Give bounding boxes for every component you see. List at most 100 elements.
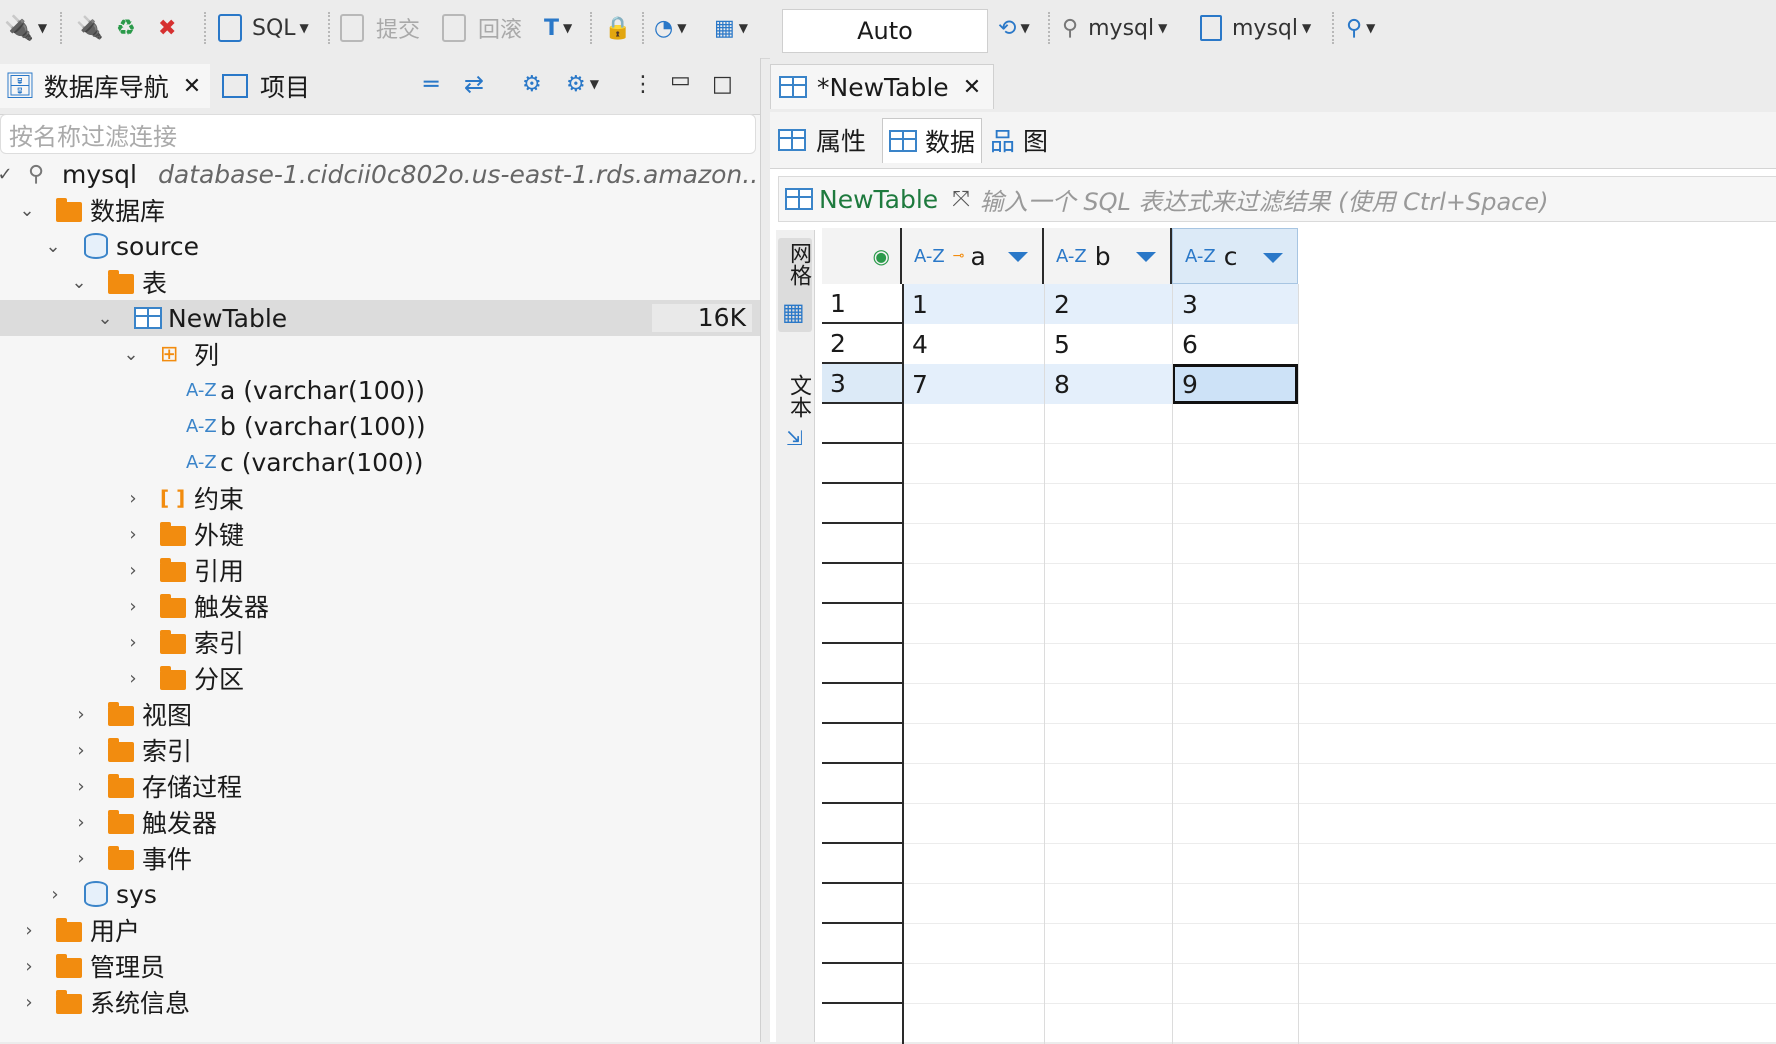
search-button[interactable]: ⚲ ▼: [1346, 8, 1375, 48]
close-icon[interactable]: ✕: [963, 75, 981, 100]
chevron-down-icon[interactable]: ✓: [0, 164, 14, 185]
tree-node-sysinfo[interactable]: › 系统信息: [0, 984, 760, 1020]
tree-node-db-indexes[interactable]: › 索引: [0, 732, 760, 768]
tab-newtable[interactable]: *NewTable ✕: [770, 64, 994, 109]
chevron-right-icon[interactable]: ›: [72, 704, 90, 725]
minimize-button[interactable]: ▭: [670, 60, 691, 100]
history-button[interactable]: ⟲ ▼: [998, 8, 1030, 48]
chevron-right-icon[interactable]: ›: [124, 632, 142, 653]
column-header-c[interactable]: A-Z c: [1172, 228, 1298, 284]
chevron-right-icon[interactable]: ›: [72, 848, 90, 869]
lock-button[interactable]: 🔒: [604, 8, 631, 48]
tab-diagram[interactable]: 品 图: [986, 118, 1066, 162]
tree-node-references[interactable]: › 引用: [0, 552, 760, 588]
transaction-mode-button[interactable]: T ▼: [544, 8, 572, 48]
column-header-a[interactable]: A-Z ⊸ a: [902, 228, 1044, 284]
chevron-down-icon[interactable]: ⌄: [96, 308, 114, 329]
row-header-corner[interactable]: ◉: [822, 228, 902, 284]
sql-editor-button[interactable]: SQL ▼: [218, 8, 309, 48]
active-connection-selector[interactable]: ⚲ mysql ▼: [1062, 8, 1167, 48]
tree-node-events[interactable]: › 事件: [0, 840, 760, 876]
tree-node-db-triggers[interactable]: › 触发器: [0, 804, 760, 840]
rollback-button[interactable]: 回滚: [442, 8, 522, 48]
connection-config-button[interactable]: ⚙ ▼: [566, 64, 599, 104]
reconnect-button[interactable]: ♻: [116, 8, 136, 48]
new-connection-nav-button[interactable]: ⚙: [522, 64, 542, 104]
tree-node-schema-source[interactable]: ⌄ source: [0, 228, 760, 264]
chevron-right-icon[interactable]: ›: [124, 488, 142, 509]
view-menu-button[interactable]: ⋮: [632, 64, 654, 104]
table-cell[interactable]: 1: [902, 284, 1044, 324]
collapse-all-button[interactable]: ═: [424, 64, 438, 104]
new-connection-button[interactable]: 🔌 ▼: [4, 8, 47, 48]
auto-commit-mode[interactable]: Auto: [782, 9, 988, 53]
tree-node-views[interactable]: › 视图: [0, 696, 760, 732]
chevron-down-icon[interactable]: ⌄: [44, 236, 62, 257]
tree-node-column-a[interactable]: A-Z a (varchar(100)): [0, 372, 760, 408]
chevron-right-icon[interactable]: ›: [20, 956, 38, 977]
tree-node-connection[interactable]: ✓ ⚲ mysql database-1.cidcii0c802o.us-eas…: [0, 156, 760, 192]
active-database-selector[interactable]: mysql ▼: [1200, 8, 1311, 48]
connection-filter-input[interactable]: 按名称过滤连接: [0, 114, 756, 154]
column-header-b[interactable]: A-Z b: [1044, 228, 1172, 284]
row-number[interactable]: 2: [822, 324, 902, 364]
chevron-right-icon[interactable]: ›: [124, 596, 142, 617]
maximize-button[interactable]: □: [712, 64, 733, 104]
tree-node-column-b[interactable]: A-Z b (varchar(100)): [0, 408, 760, 444]
chevron-right-icon[interactable]: ›: [72, 776, 90, 797]
tree-node-column-c[interactable]: A-Z c (varchar(100)): [0, 444, 760, 480]
text-mode-button[interactable]: 文本 ⇲: [778, 370, 812, 460]
tree-node-foreign-keys[interactable]: › 外键: [0, 516, 760, 552]
row-number[interactable]: 1: [822, 284, 902, 324]
tree-node-partitions[interactable]: › 分区: [0, 660, 760, 696]
dashboard-button[interactable]: ◔ ▼: [654, 8, 686, 48]
connect-button[interactable]: 🔌: [76, 8, 103, 48]
disconnect-button[interactable]: ✖: [158, 8, 176, 48]
tools-button[interactable]: ▦ ▼: [714, 8, 748, 48]
tree-node-table-newtable[interactable]: ⌄ NewTable 16K: [0, 300, 760, 336]
tree-node-indexes[interactable]: › 索引: [0, 624, 760, 660]
tab-data[interactable]: 数据: [882, 118, 982, 163]
chevron-right-icon[interactable]: ›: [124, 524, 142, 545]
tree-node-triggers[interactable]: › 触发器: [0, 588, 760, 624]
tree-node-columns[interactable]: ⌄ ⊞ 列: [0, 336, 760, 372]
table-cell[interactable]: 6: [1172, 324, 1298, 364]
chevron-right-icon[interactable]: ›: [46, 884, 64, 905]
table-cell[interactable]: 3: [1172, 284, 1298, 324]
tree-node-procedures[interactable]: › 存储过程: [0, 768, 760, 804]
chevron-down-icon[interactable]: ⌄: [18, 200, 36, 221]
chevron-right-icon[interactable]: ›: [72, 740, 90, 761]
tree-node-users[interactable]: › 用户: [0, 912, 760, 948]
chevron-down-icon[interactable]: ⌄: [70, 272, 88, 293]
table-cell[interactable]: 8: [1044, 364, 1172, 404]
table-cell[interactable]: 5: [1044, 324, 1172, 364]
tab-properties[interactable]: 属性: [778, 118, 876, 162]
close-icon[interactable]: ✕: [183, 74, 201, 99]
chevron-right-icon[interactable]: ›: [124, 560, 142, 581]
selected-cell[interactable]: 9: [1172, 364, 1298, 404]
sort-icon[interactable]: [1263, 253, 1283, 263]
tab-database-navigator[interactable]: 🗄 数据库导航 ✕: [0, 64, 210, 108]
tree-node-admins[interactable]: › 管理员: [0, 948, 760, 984]
table-cell[interactable]: 7: [902, 364, 1044, 404]
commit-button[interactable]: 提交: [340, 8, 420, 48]
chevron-right-icon[interactable]: ›: [124, 668, 142, 689]
sort-icon[interactable]: [1008, 252, 1028, 262]
tree-node-databases[interactable]: ⌄ 数据库: [0, 192, 760, 228]
row-number[interactable]: 3: [822, 364, 902, 404]
filter-table-name[interactable]: NewTable: [819, 185, 938, 214]
tree-node-constraints[interactable]: › [ ] 约束: [0, 480, 760, 516]
tab-projects[interactable]: 项目: [222, 64, 332, 108]
chevron-right-icon[interactable]: ›: [20, 992, 38, 1013]
expand-icon[interactable]: ⤧: [952, 187, 970, 212]
sort-icon[interactable]: [1136, 252, 1156, 262]
tree-node-schema-sys[interactable]: › sys: [0, 876, 760, 912]
table-cell[interactable]: 4: [902, 324, 1044, 364]
tree-node-tables[interactable]: ⌄ 表: [0, 264, 760, 300]
chevron-right-icon[interactable]: ›: [20, 920, 38, 941]
chevron-right-icon[interactable]: ›: [72, 812, 90, 833]
filter-sql-input[interactable]: 输入一个 SQL 表达式来过滤结果 (使用 Ctrl+Space): [980, 182, 1549, 217]
chevron-down-icon[interactable]: ⌄: [122, 344, 140, 365]
table-cell[interactable]: 2: [1044, 284, 1172, 324]
grid-mode-button[interactable]: 网格 ▦: [778, 238, 812, 332]
